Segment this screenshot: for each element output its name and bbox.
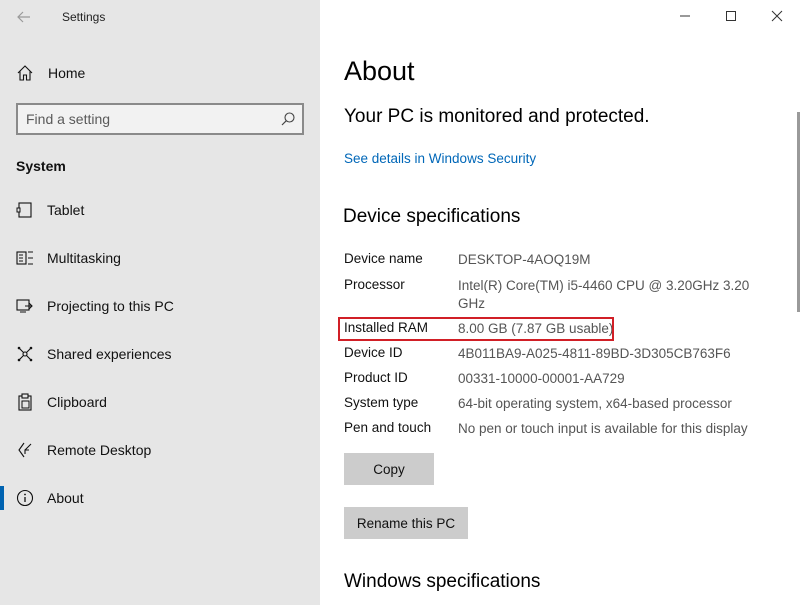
sidebar-item-label: Projecting to this PC <box>47 298 174 314</box>
spec-value: DESKTOP-4AOQ19M <box>458 252 591 267</box>
spec-label: Processor <box>344 277 405 292</box>
spec-label: Device name <box>344 251 423 266</box>
maximize-button[interactable] <box>708 0 754 32</box>
tablet-icon <box>16 202 32 218</box>
protection-status: Your PC is monitored and protected. <box>344 106 650 127</box>
spec-value: 00331-10000-00001-AA729 <box>458 371 625 386</box>
device-specifications-heading: Device specifications <box>343 206 521 227</box>
title-bar: Settings <box>0 0 320 34</box>
installed-ram-highlight <box>338 317 614 341</box>
spec-row-product-id: Product ID 00331-10000-00001-AA729 <box>344 370 784 390</box>
spec-label: System type <box>344 395 419 410</box>
spec-row-system-type: System type 64-bit operating system, x64… <box>344 395 784 415</box>
main-content: About Your PC is monitored and protected… <box>320 0 800 605</box>
minimize-button[interactable] <box>662 0 708 32</box>
sidebar: Settings Home System Tablet Multitasking <box>0 0 320 605</box>
sidebar-item-label: Shared experiences <box>47 346 172 362</box>
section-heading-system: System <box>16 158 66 174</box>
sidebar-item-tablet[interactable]: Tablet <box>0 190 320 230</box>
spec-row-processor: Processor Intel(R) Core(TM) i5-4460 CPU … <box>344 277 784 315</box>
search-icon[interactable] <box>280 111 296 127</box>
spec-value: No pen or touch input is available for t… <box>458 421 748 436</box>
sidebar-item-projecting[interactable]: Projecting to this PC <box>0 286 320 326</box>
sidebar-item-label: Tablet <box>47 202 85 218</box>
search-input[interactable] <box>26 109 266 129</box>
spec-value: Intel(R) Core(TM) i5-4460 CPU @ 3.20GHz … <box>458 278 750 311</box>
spec-row-device-name: Device name DESKTOP-4AOQ19M <box>344 251 784 271</box>
app-title: Settings <box>62 10 106 24</box>
close-icon <box>771 10 783 22</box>
sidebar-item-clipboard[interactable]: Clipboard <box>0 382 320 422</box>
spec-label: Device ID <box>344 345 403 360</box>
spec-value: 64-bit operating system, x64-based proce… <box>458 396 732 411</box>
page-title: About <box>344 56 415 86</box>
multitasking-icon <box>16 251 33 265</box>
sidebar-item-label: Remote Desktop <box>47 442 152 458</box>
spec-value: 4B011BA9-A025-4811-89BD-3D305CB763F6 <box>458 346 731 361</box>
windows-security-link[interactable]: See details in Windows Security <box>344 151 536 166</box>
sidebar-item-shared-experiences[interactable]: Shared experiences <box>0 334 320 374</box>
back-button[interactable] <box>14 7 34 27</box>
info-icon <box>16 489 34 507</box>
windows-specifications-heading: Windows specifications <box>344 571 541 592</box>
close-button[interactable] <box>754 0 800 32</box>
home-icon <box>17 65 33 81</box>
projecting-icon <box>16 299 33 313</box>
spec-label: Pen and touch <box>344 420 432 435</box>
spec-label: Product ID <box>344 370 408 385</box>
minimize-icon <box>680 15 690 17</box>
spec-row-device-id: Device ID 4B011BA9-A025-4811-89BD-3D305C… <box>344 345 784 365</box>
remote-desktop-icon <box>18 442 32 458</box>
window-controls <box>662 0 800 32</box>
maximize-icon <box>726 11 736 21</box>
sidebar-item-home[interactable]: Home <box>0 53 320 93</box>
sidebar-item-multitasking[interactable]: Multitasking <box>0 238 320 278</box>
sidebar-item-remote-desktop[interactable]: Remote Desktop <box>0 430 320 470</box>
shared-experiences-icon <box>17 346 33 362</box>
search-box[interactable] <box>16 103 304 135</box>
back-arrow-icon <box>17 11 30 23</box>
sidebar-item-label: About <box>47 490 84 506</box>
copy-button[interactable]: Copy <box>344 453 434 485</box>
clipboard-icon <box>18 393 32 411</box>
sidebar-item-label: Clipboard <box>47 394 107 410</box>
rename-pc-button[interactable]: Rename this PC <box>344 507 468 539</box>
sidebar-item-about[interactable]: About <box>0 478 320 518</box>
sidebar-item-label: Home <box>48 65 86 81</box>
sidebar-item-label: Multitasking <box>47 250 121 266</box>
spec-row-pen-and-touch: Pen and touch No pen or touch input is a… <box>344 420 784 440</box>
